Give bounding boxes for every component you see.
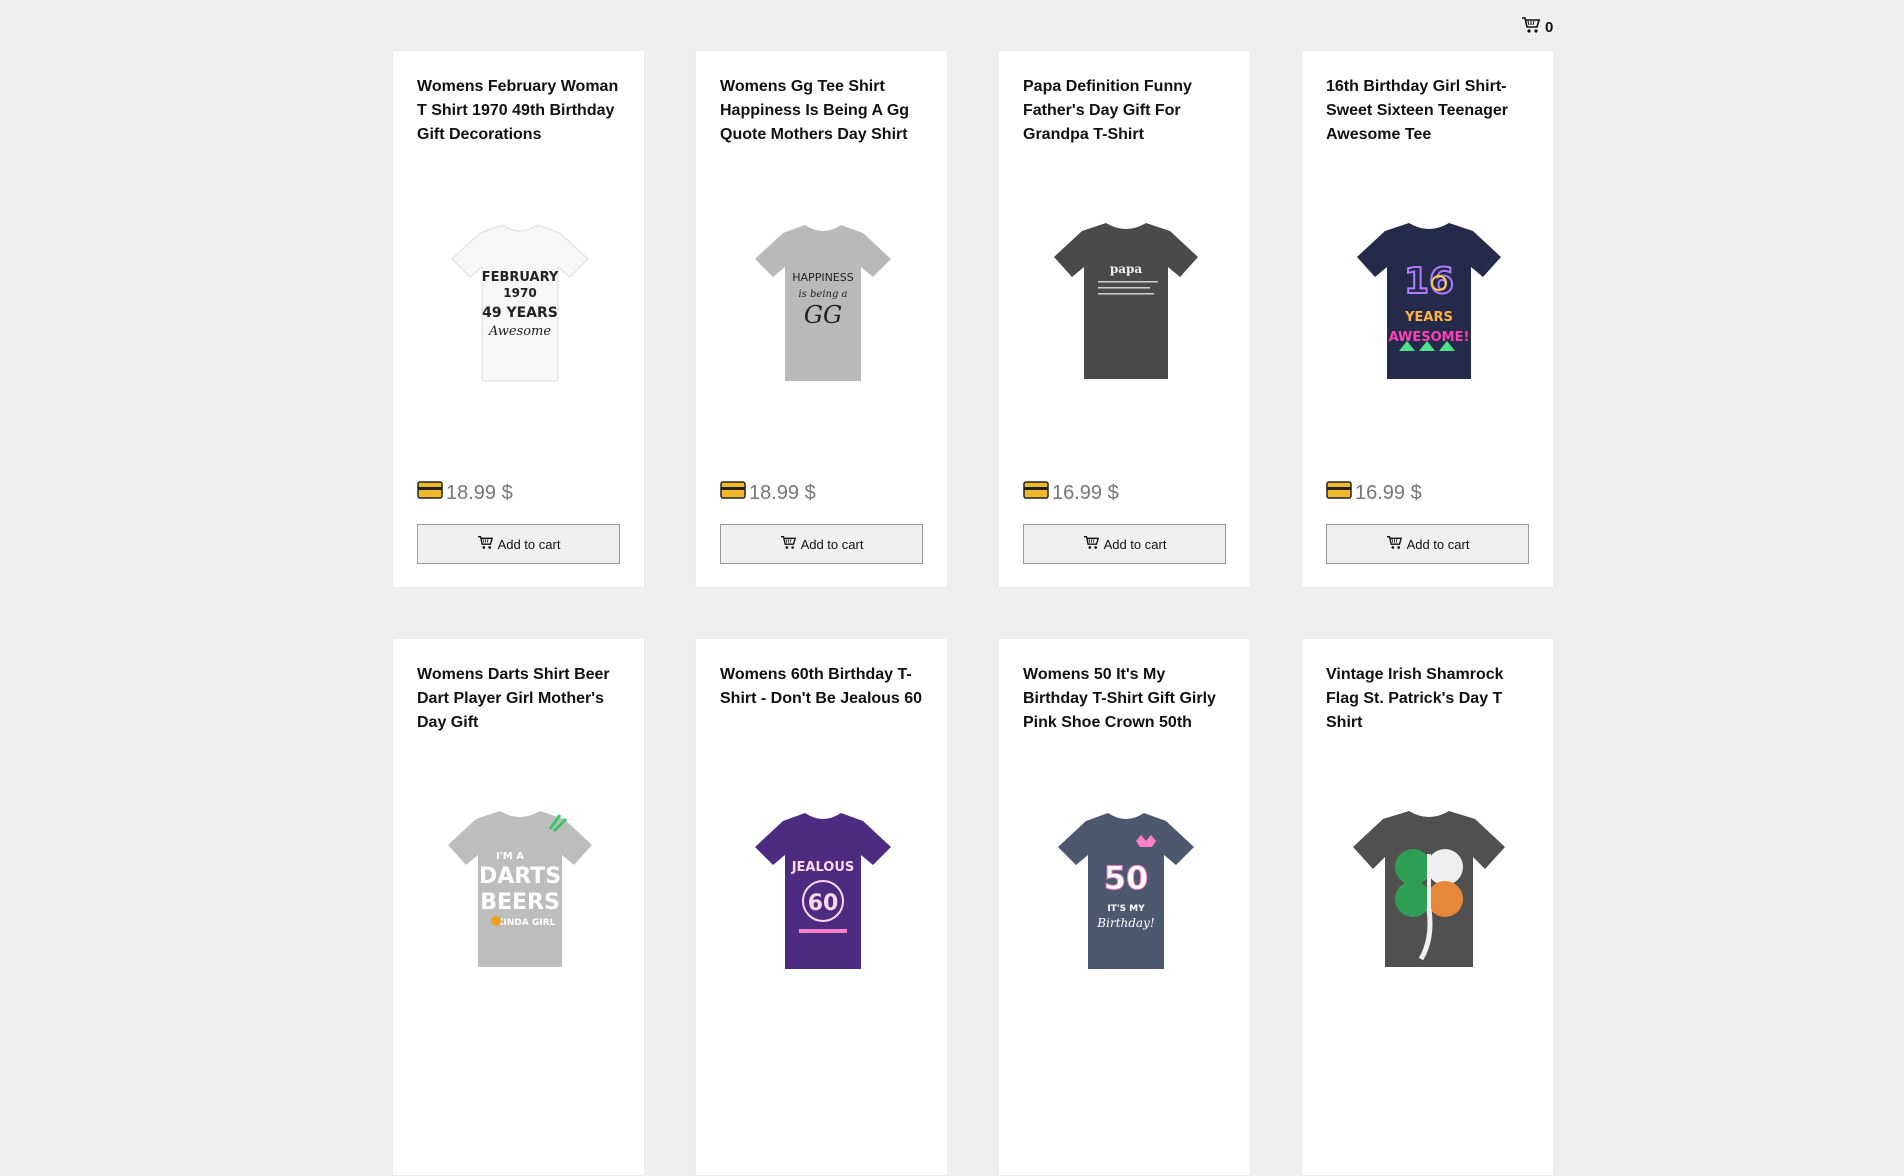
print-text: 50 — [1103, 859, 1148, 897]
cart-indicator[interactable]: 0 — [1521, 16, 1553, 38]
add-to-cart-label: Add to cart — [1103, 536, 1167, 552]
shopping-cart-icon — [1521, 16, 1541, 38]
product-title: 16th Birthday Girl Shirt- Sweet Sixteen … — [1326, 78, 1508, 143]
product-price: 16.99 $ — [1355, 481, 1422, 504]
add-to-cart-button[interactable]: Add to cart — [1023, 524, 1226, 564]
price-row: 16.99 $ — [1023, 481, 1119, 505]
credit-card-icon — [417, 481, 443, 505]
product-price: 16.99 $ — [1052, 481, 1119, 504]
print-text: 1970 — [503, 286, 536, 300]
product-image[interactable]: 50 IT'S MY Birthday! — [1023, 789, 1228, 989]
print-text: BEERS — [480, 890, 560, 915]
product-grid: Womens February Woman T Shirt 1970 49th … — [392, 50, 1554, 1176]
product-card: 16th Birthday Girl Shirt- Sweet Sixteen … — [1301, 50, 1554, 588]
product-price: 18.99 $ — [749, 481, 816, 504]
product-title: Papa Definition Funny Father's Day Gift … — [1023, 78, 1192, 143]
price-row: 18.99 $ — [720, 481, 816, 505]
product-card: Womens Darts Shirt Beer Dart Player Girl… — [392, 638, 645, 1176]
print-text: is being a — [798, 289, 847, 300]
product-title: Vintage Irish Shamrock Flag St. Patrick'… — [1326, 666, 1504, 731]
product-image[interactable]: JEALOUS 60 — [720, 789, 925, 989]
print-text: KINDA GIRL — [496, 918, 555, 928]
add-to-cart-label: Add to cart — [497, 536, 561, 552]
print-text: IT'S MY — [1107, 904, 1145, 914]
print-text: AWESOME! — [1388, 330, 1469, 345]
product-price: 18.99 $ — [446, 481, 513, 504]
add-to-cart-label: Add to cart — [1406, 536, 1470, 552]
print-text: Birthday! — [1096, 916, 1155, 930]
add-to-cart-button[interactable]: Add to cart — [1326, 524, 1529, 564]
add-to-cart-button[interactable]: Add to cart — [720, 524, 923, 564]
product-image[interactable]: HAPPINESS is being a GG — [720, 201, 925, 401]
product-card: Womens 60th Birthday T-Shirt - Don't Be … — [695, 638, 948, 1176]
product-title: Womens Darts Shirt Beer Dart Player Girl… — [417, 666, 610, 731]
print-text: DARTS — [478, 864, 560, 889]
product-title: Womens 60th Birthday T-Shirt - Don't Be … — [720, 666, 923, 707]
print-text: 49 YEARS — [482, 305, 558, 321]
credit-card-icon — [1326, 481, 1352, 505]
product-image[interactable]: papa — [1023, 201, 1228, 401]
product-image[interactable]: 16 YEARS AWESOME! — [1326, 201, 1531, 401]
product-title: Womens February Woman T Shirt 1970 49th … — [417, 78, 619, 143]
shopping-cart-icon — [780, 535, 797, 553]
price-row: 18.99 $ — [417, 481, 513, 505]
price-row: 16.99 $ — [1326, 481, 1422, 505]
product-card: Womens February Woman T Shirt 1970 49th … — [392, 50, 645, 588]
print-text: GG — [803, 301, 841, 329]
print-text: papa — [1109, 262, 1142, 276]
print-text: 60 — [807, 891, 838, 916]
product-title: Womens Gg Tee Shirt Happiness Is Being A… — [720, 78, 910, 143]
product-image[interactable]: FEBRUARY 1970 49 YEARS Awesome — [417, 201, 622, 401]
shopping-cart-icon — [477, 535, 494, 553]
product-title: Womens 50 It's My Birthday T-Shirt Gift … — [1023, 666, 1216, 731]
product-image[interactable] — [1326, 789, 1531, 989]
product-card: Vintage Irish Shamrock Flag St. Patrick'… — [1301, 638, 1554, 1176]
shopping-cart-icon — [1083, 535, 1100, 553]
product-card: Womens Gg Tee Shirt Happiness Is Being A… — [695, 50, 948, 588]
add-to-cart-label: Add to cart — [800, 536, 864, 552]
print-text: I'M A — [496, 851, 524, 862]
product-card: Papa Definition Funny Father's Day Gift … — [998, 50, 1251, 588]
credit-card-icon — [720, 481, 746, 505]
product-image[interactable]: I'M A DARTS BEERS KINDA GIRL — [417, 789, 622, 989]
print-text: Awesome — [487, 324, 550, 339]
shopping-cart-icon — [1386, 535, 1403, 553]
credit-card-icon — [1023, 481, 1049, 505]
print-text: FEBRUARY — [481, 270, 558, 285]
cart-count: 0 — [1545, 18, 1554, 36]
product-card: Womens 50 It's My Birthday T-Shirt Gift … — [998, 638, 1251, 1176]
print-text: YEARS — [1404, 310, 1453, 325]
print-text: JEALOUS — [790, 860, 854, 875]
add-to-cart-button[interactable]: Add to cart — [417, 524, 620, 564]
print-text: HAPPINESS — [792, 271, 853, 284]
